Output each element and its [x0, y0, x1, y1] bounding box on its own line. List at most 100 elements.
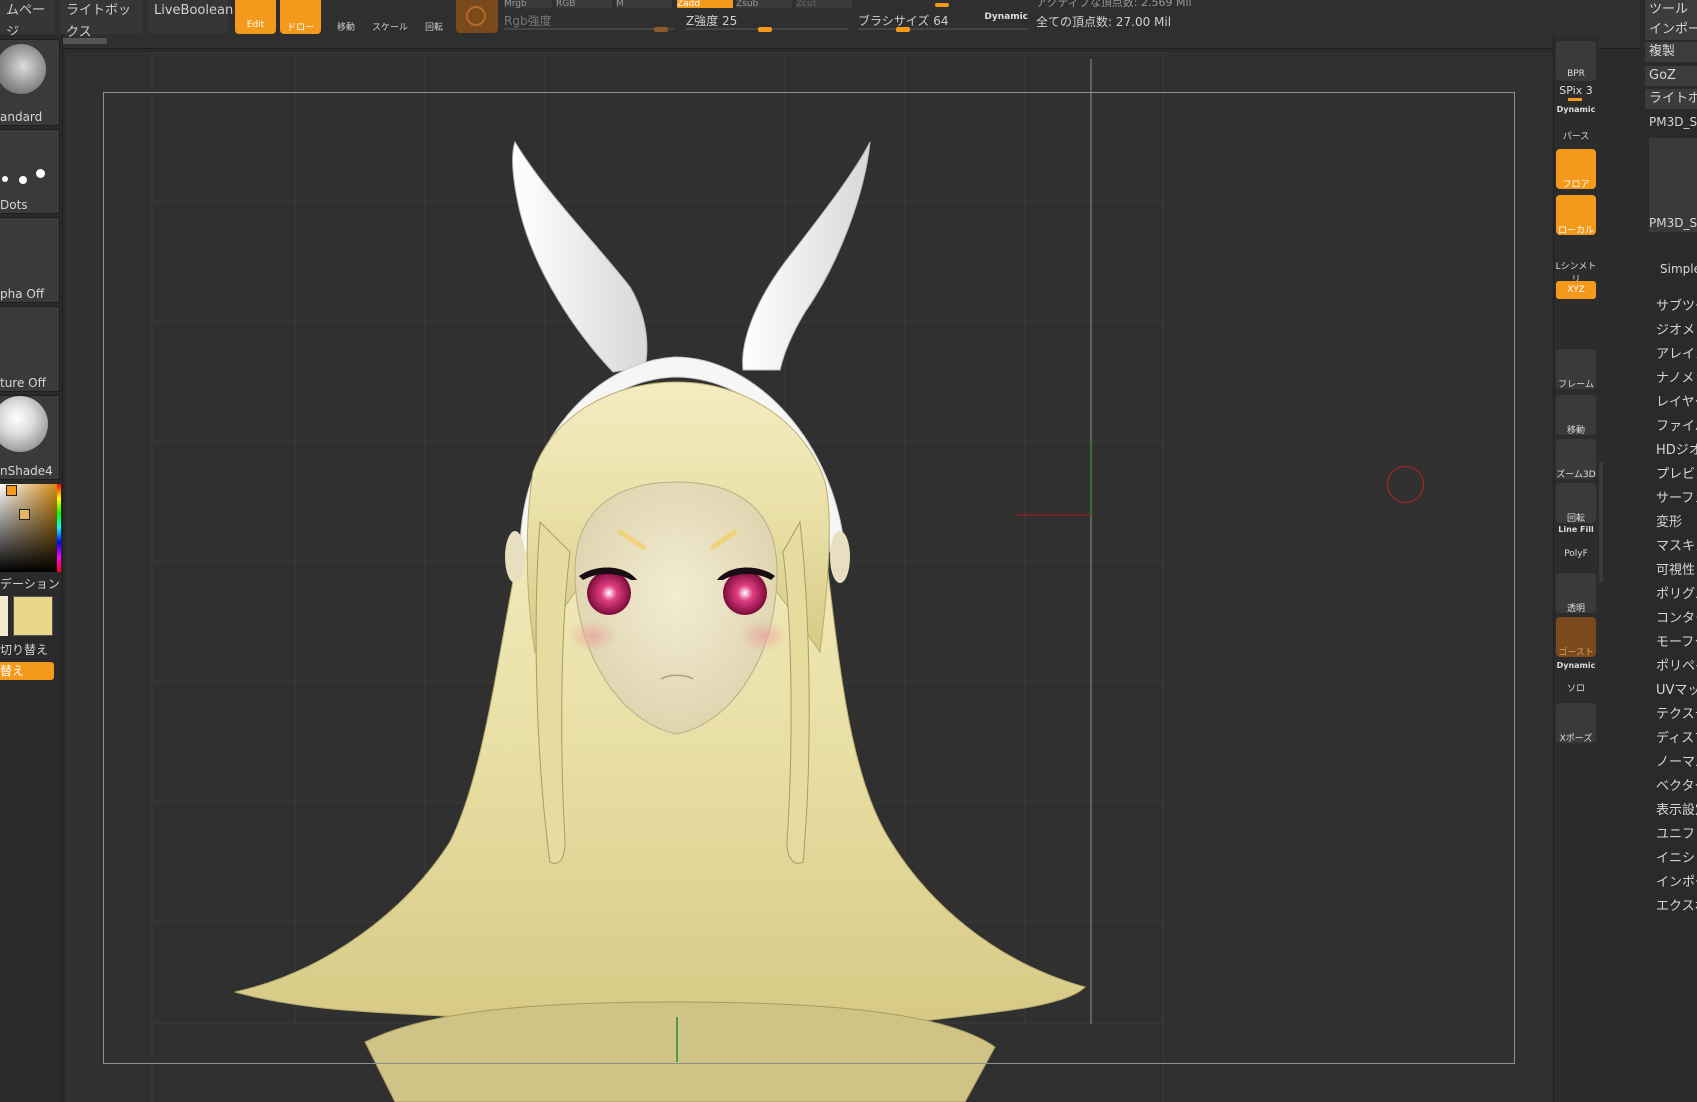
tab-lightbox[interactable]: ライトボックス — [60, 0, 142, 40]
subpalette-item[interactable]: アレイメ — [1656, 343, 1697, 362]
move-view-button[interactable]: 移動 — [1556, 395, 1596, 436]
subpalette-item[interactable]: ナノメッ — [1656, 367, 1697, 386]
floor-grid-frame — [103, 92, 1515, 1064]
subpalette-item[interactable]: ファイバ — [1656, 415, 1697, 434]
perspective-button[interactable]: パース — [1554, 129, 1598, 142]
move-view-label: 移動 — [1566, 426, 1585, 436]
floor-button[interactable]: フロア — [1556, 149, 1596, 190]
spix-label[interactable]: SPix 3 — [1554, 84, 1598, 97]
lightbox-tools-button[interactable]: ライトボ — [1645, 89, 1697, 109]
m-button[interactable]: M — [616, 0, 672, 9]
subpalette-item[interactable]: エクスポ — [1656, 895, 1697, 914]
z-intensity-slider[interactable]: Z強度 25 — [686, 12, 848, 32]
scale-button[interactable]: スケール — [370, 0, 410, 34]
brush-size-slider[interactable]: ブラシサイズ 64 Dynamic — [858, 12, 1028, 32]
main-color-swatch[interactable] — [13, 596, 53, 636]
subpalette-item[interactable]: モーフタ — [1656, 631, 1697, 650]
brush-size-label: ブラシサイズ 64 — [858, 14, 949, 28]
zoom3d-label: ズーム3D — [1556, 470, 1596, 480]
local-button[interactable]: ローカル — [1556, 195, 1596, 236]
subpalette-item[interactable]: プレビュ — [1656, 463, 1697, 482]
subpalette-item[interactable]: サブツー — [1656, 295, 1697, 314]
focal-shift-knob[interactable] — [935, 3, 949, 7]
zadd-button[interactable]: Zadd — [677, 0, 733, 9]
secondary-color-swatch[interactable] — [0, 596, 8, 636]
polyf-button[interactable]: PolyF — [1554, 549, 1598, 559]
hue-strip[interactable] — [57, 484, 61, 572]
tray-handle[interactable] — [62, 38, 107, 44]
goz-button[interactable]: GoZ — [1645, 66, 1697, 86]
texture-selector[interactable]: ture Off — [0, 306, 60, 392]
perspective-dynamic-label: Dynamic — [1556, 105, 1596, 114]
subpalette-item[interactable]: 表示設定 — [1656, 799, 1697, 818]
zcut-button[interactable]: Zcut — [796, 0, 852, 9]
subpalette-item[interactable]: 変形 — [1656, 511, 1682, 530]
ghost-label: ゴースト — [1558, 648, 1594, 658]
stroke-label: Dots — [0, 198, 28, 212]
subpalette-item[interactable]: イニシャ — [1656, 847, 1697, 866]
dynamic-label[interactable]: Dynamic — [984, 12, 1028, 22]
move-button[interactable]: 移動 — [326, 0, 366, 34]
swap-button[interactable]: 替え — [0, 662, 54, 680]
color-picker[interactable] — [0, 484, 61, 572]
slider-track — [858, 28, 1028, 30]
alpha-selector[interactable]: pha Off — [0, 217, 60, 303]
spix-slider[interactable] — [1568, 98, 1582, 101]
panel-scrollbar[interactable] — [1599, 462, 1603, 582]
xpose-button[interactable]: Xポーズ — [1556, 703, 1596, 744]
subpalette-item[interactable]: 可視性 — [1656, 559, 1695, 578]
bpr-button[interactable]: BPR — [1556, 41, 1596, 81]
rotate-label: 回転 — [424, 23, 443, 33]
linefill-label: Line Fill — [1558, 525, 1594, 534]
mrgb-button[interactable]: Mrgb — [504, 0, 552, 9]
stroke-selector[interactable]: Dots — [0, 129, 60, 214]
subpalette-item[interactable]: コンタク — [1656, 607, 1697, 626]
subpalette-item[interactable]: ユニファ — [1656, 823, 1697, 842]
slider-knob[interactable] — [654, 27, 668, 32]
total-points-readout: 全ての頂点数: 27.00 Mil — [1036, 15, 1172, 29]
tab-liveboolean[interactable]: LiveBoolean — [148, 0, 233, 34]
subpalette-item[interactable]: ポリペイ — [1656, 655, 1697, 674]
subpalette-item[interactable]: ポリグル — [1656, 583, 1697, 602]
subpalette-item[interactable]: テクスチ — [1656, 703, 1697, 722]
move-label: 移動 — [336, 23, 355, 33]
hue-cursor[interactable] — [6, 485, 17, 496]
rotate-button[interactable]: 回転 — [414, 0, 454, 34]
subpalette-item[interactable]: UVマッ — [1656, 679, 1697, 698]
rgb-intensity-slider[interactable]: Rgb強度 — [504, 12, 674, 32]
subpalette-item[interactable]: マスキン — [1656, 535, 1697, 554]
slider-knob[interactable] — [758, 27, 772, 32]
simple-brush-label[interactable]: Simple — [1660, 262, 1697, 276]
subpalette-item[interactable]: インポー — [1656, 871, 1697, 890]
rgb-intensity-label: Rgb強度 — [504, 14, 552, 28]
color-cursor[interactable] — [19, 509, 30, 520]
dot-icon — [2, 176, 8, 182]
frame-button[interactable]: フレーム — [1556, 349, 1596, 390]
subpalette-item[interactable]: HDジオメ — [1656, 439, 1697, 458]
subpalette-item[interactable]: ベクター — [1656, 775, 1697, 794]
viewport-canvas[interactable] — [65, 52, 1553, 1102]
subpalette-item[interactable]: ジオメト — [1656, 319, 1697, 338]
zoom3d-button[interactable]: ズーム3D — [1556, 439, 1596, 480]
subpalette-item[interactable]: ディスプ — [1656, 727, 1697, 746]
xyz-button[interactable]: XYZ — [1556, 281, 1596, 299]
subpalette-item[interactable]: レイヤー — [1656, 391, 1697, 410]
solo-button[interactable]: ソロ — [1554, 681, 1598, 694]
transparency-button[interactable]: 透明 — [1556, 573, 1596, 614]
subpalette-item[interactable]: サーフェ — [1656, 487, 1697, 506]
rgb-button[interactable]: RGB — [556, 0, 612, 9]
ghost-button[interactable]: ゴースト — [1556, 617, 1596, 658]
edit-button[interactable]: Edit — [235, 0, 276, 34]
clone-button[interactable]: 複製 — [1645, 42, 1697, 62]
draw-button[interactable]: ドロー — [280, 0, 321, 34]
material-selector[interactable]: nShade4 — [0, 395, 60, 480]
slider-knob[interactable] — [896, 27, 910, 32]
color-sphere-button[interactable] — [456, 0, 498, 33]
zsub-button[interactable]: Zsub — [736, 0, 792, 9]
rotate-view-button[interactable]: 回転 — [1556, 483, 1596, 524]
brush-selector[interactable]: andard — [0, 39, 60, 126]
tool-menu-header[interactable]: ツール — [1645, 0, 1697, 20]
import-button[interactable]: インポー — [1645, 20, 1697, 40]
tab-page[interactable]: ムページ — [0, 0, 54, 40]
subpalette-item[interactable]: ノーマル — [1656, 751, 1697, 770]
